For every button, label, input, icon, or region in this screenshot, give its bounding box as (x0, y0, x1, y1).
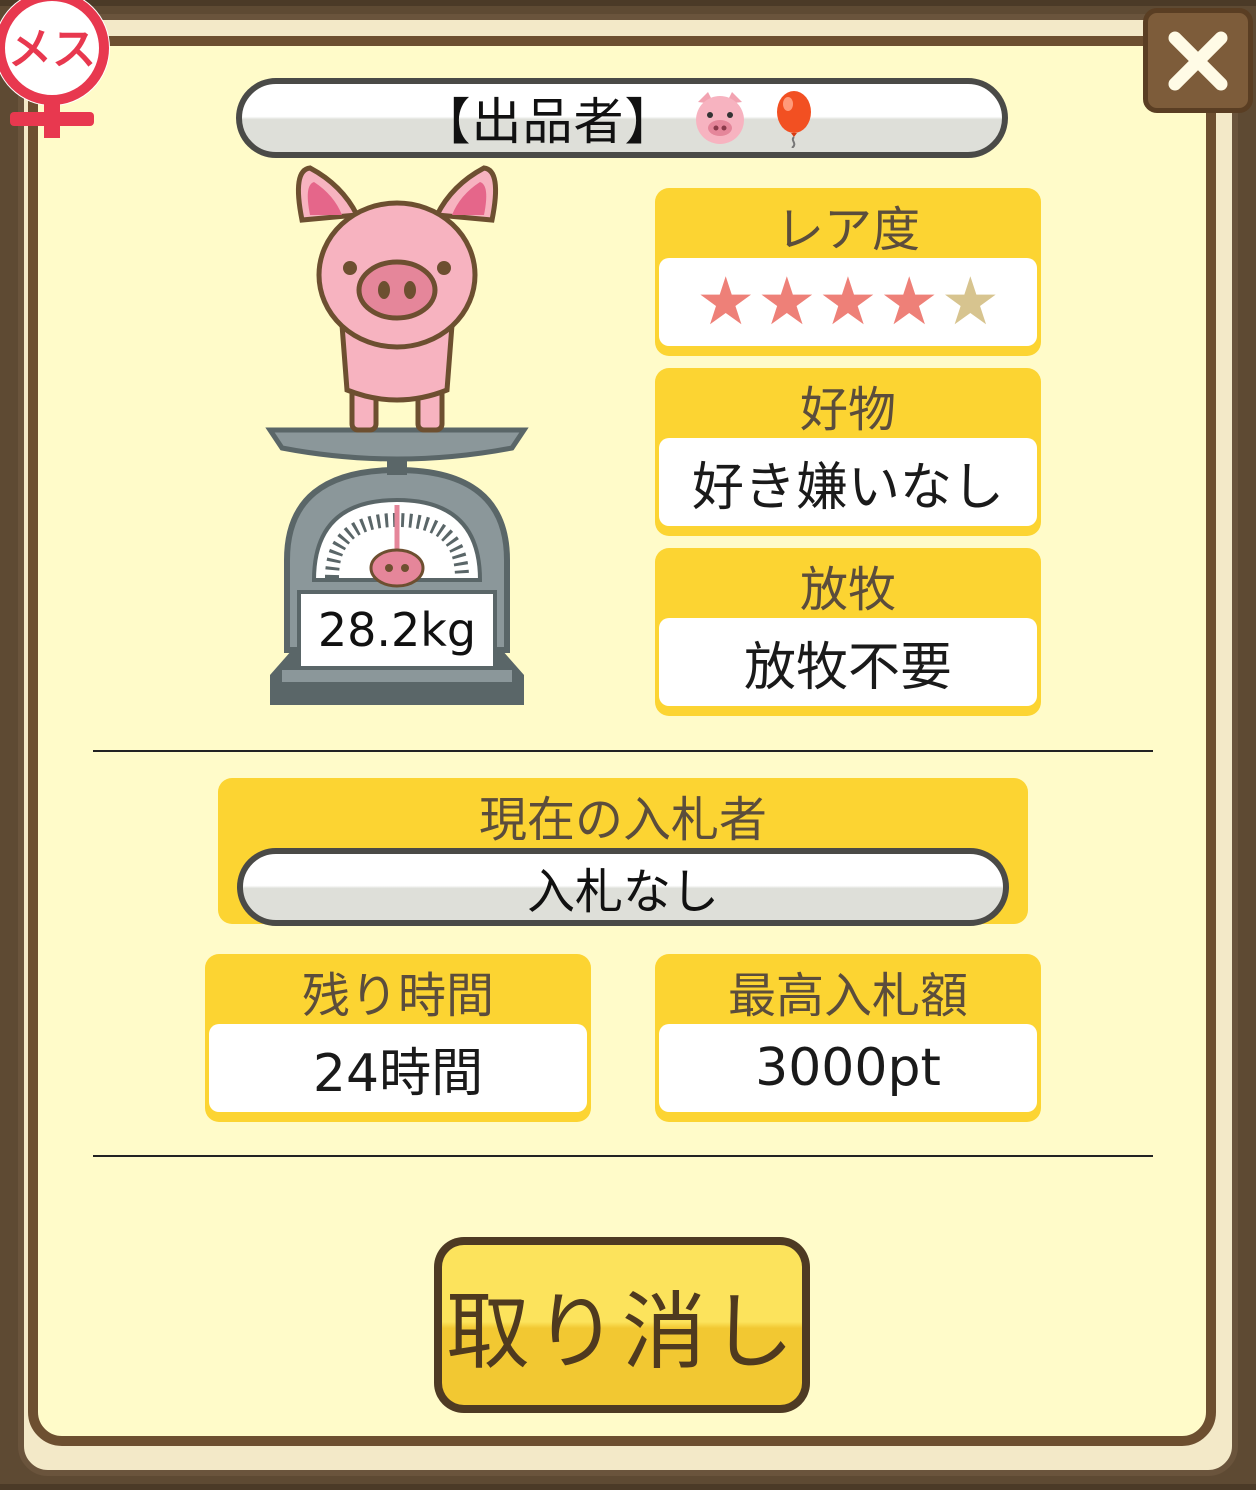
max-bid-title: 最高入札額 (727, 968, 968, 1024)
background-stripe (0, 1484, 1256, 1490)
female-badge: メス (0, 0, 110, 138)
rarity-box: レア度 ★ ★ ★ ★ ★ (655, 188, 1041, 356)
star-filled-icon: ★ (818, 263, 878, 340)
max-bid-value: 3000pt (659, 1024, 1037, 1112)
bidder-pill: 入札なし (237, 848, 1009, 926)
favorite-title: 好物 (799, 382, 896, 438)
grazing-box: 放牧 放牧不要 (655, 548, 1041, 716)
background-stripe (0, 0, 1256, 6)
max-bid-box: 最高入札額 3000pt (655, 954, 1041, 1122)
close-button[interactable] (1143, 8, 1253, 113)
remaining-title: 残り時間 (301, 968, 494, 1024)
cancel-button[interactable]: 取り消し (434, 1237, 810, 1413)
favorite-food-box: 好物 好き嫌いなし (655, 368, 1041, 536)
star-filled-icon: ★ (696, 263, 756, 340)
current-bidder-box: 現在の入札者 入札なし (218, 778, 1028, 926)
grazing-title: 放牧 (799, 562, 896, 618)
star-filled-icon: ★ (879, 263, 939, 340)
remaining-time-box: 残り時間 24時間 (205, 954, 591, 1122)
seller-label: 【出品者】 (420, 93, 676, 151)
weight-display: 28.2kg (297, 590, 497, 670)
pig-face-icon (695, 92, 744, 144)
divider (93, 750, 1153, 752)
cancel-label: 取り消し (442, 1245, 802, 1405)
divider (93, 1155, 1153, 1157)
grazing-value: 放牧不要 (659, 618, 1037, 706)
favorite-value: 好き嫌いなし (659, 438, 1037, 526)
remaining-value: 24時間 (209, 1024, 587, 1112)
rarity-stars: ★ ★ ★ ★ ★ (659, 258, 1037, 346)
star-filled-icon: ★ (757, 263, 817, 340)
gender-label: メス (8, 24, 96, 75)
balloon-icon (776, 91, 811, 148)
rarity-title: レア度 (775, 202, 920, 258)
star-empty-icon: ★ (940, 263, 1000, 340)
bidder-title: 現在の入札者 (478, 792, 767, 848)
close-icon (1168, 31, 1228, 90)
seller-field: 【出品者】 (236, 78, 1008, 158)
